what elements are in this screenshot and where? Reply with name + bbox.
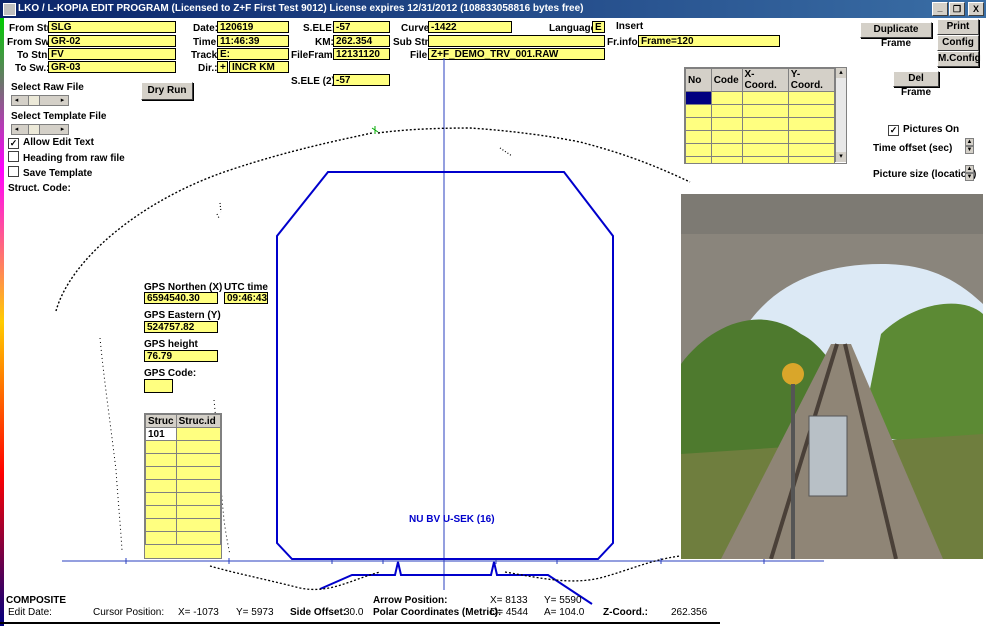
table-cell[interactable]: [175, 492, 221, 506]
col-header: Struc.id: [175, 414, 221, 428]
table-row[interactable]: [145, 505, 221, 519]
wall-points-left: [99, 337, 123, 551]
utc-field[interactable]: 09:46:43.: [224, 292, 268, 304]
arrow-label: Arrow Position:: [373, 595, 448, 606]
railway-photo: [681, 194, 983, 559]
table-cell[interactable]: [145, 518, 177, 532]
table-cell[interactable]: 101: [145, 427, 177, 441]
table-cell[interactable]: [175, 440, 221, 454]
photo-drawing: [681, 194, 983, 559]
clearance-profile-outline: [276, 171, 614, 560]
polar-label: Polar Coordinates (Metric):: [373, 607, 502, 618]
gps-eastern-field[interactable]: 524757.82: [144, 321, 218, 333]
cursor-y-value: Y= 5973: [236, 607, 274, 618]
struc-table-header: Struc Struc.id: [145, 414, 221, 428]
gps-code-field[interactable]: [144, 379, 173, 393]
gps-northen-field[interactable]: 6594540.30: [144, 292, 218, 304]
table-row[interactable]: [145, 479, 221, 493]
gps-antenna: [782, 363, 804, 385]
table-row[interactable]: [145, 440, 221, 454]
polar-a-value: A= 104.0: [544, 607, 585, 618]
bridge-deck: [681, 194, 983, 234]
table-cell[interactable]: [175, 518, 221, 532]
top-center-points: [371, 126, 379, 134]
table-row[interactable]: [145, 531, 221, 545]
table-row[interactable]: 101: [145, 427, 221, 441]
gps-height-field[interactable]: 76.79: [144, 350, 218, 362]
table-row[interactable]: [145, 492, 221, 506]
table-row[interactable]: [145, 518, 221, 532]
table-cell[interactable]: [175, 531, 221, 545]
table-cell[interactable]: [175, 479, 221, 493]
struc-table[interactable]: Struc Struc.id 101: [144, 413, 222, 559]
bottom-border: [0, 622, 720, 624]
table-cell[interactable]: [175, 427, 221, 441]
polar-d-value: D= 4544: [490, 607, 529, 618]
table-cell[interactable]: [145, 479, 177, 493]
side-offset-label: Side Offset:: [290, 607, 347, 618]
profile-label: NU BV U-SEK (16): [409, 514, 495, 525]
zcoord-label: Z-Coord.:: [603, 607, 648, 618]
composite-label: COMPOSITE: [6, 595, 67, 606]
zcoord-value: 262.356: [671, 607, 708, 618]
table-cell[interactable]: [145, 453, 177, 467]
scanner-box: [808, 415, 848, 497]
table-cell[interactable]: [175, 505, 221, 519]
table-cell[interactable]: [145, 440, 177, 454]
table-cell[interactable]: [145, 466, 177, 480]
table-cell[interactable]: [175, 453, 221, 467]
arrow-x-value: X= 8133: [490, 595, 528, 606]
table-row[interactable]: [145, 466, 221, 480]
cursor-x-value: X= -1073: [178, 607, 219, 618]
small-scatter: [216, 147, 513, 219]
table-row[interactable]: [145, 453, 221, 467]
cursor-label: Cursor Position:: [93, 607, 165, 618]
table-cell[interactable]: [145, 505, 177, 519]
col-header: Struc: [145, 414, 177, 428]
table-cell[interactable]: [175, 466, 221, 480]
table-cell[interactable]: [145, 531, 177, 545]
arrow-y-value: Y= 5590: [544, 595, 582, 606]
edit-date-label: Edit Date:: [8, 607, 52, 618]
side-offset-value: 30.0: [344, 607, 364, 618]
table-cell[interactable]: [145, 492, 177, 506]
